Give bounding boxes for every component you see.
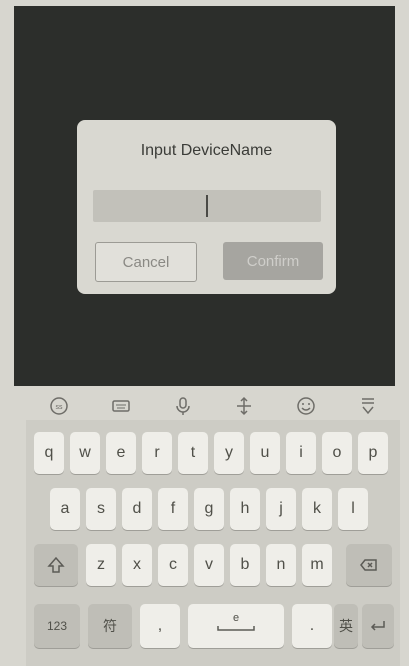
- key-p[interactable]: p: [358, 432, 388, 474]
- numbers-key[interactable]: 123: [34, 604, 80, 648]
- key-j[interactable]: j: [266, 488, 296, 530]
- keyboard-icon[interactable]: [108, 393, 134, 419]
- key-v[interactable]: v: [194, 544, 224, 586]
- key-u[interactable]: u: [250, 432, 280, 474]
- key-w[interactable]: w: [70, 432, 100, 474]
- microphone-icon[interactable]: [170, 393, 196, 419]
- keyboard: q w e r t y u i o p a s d f g h j k l z …: [26, 420, 400, 666]
- key-a[interactable]: a: [50, 488, 80, 530]
- backspace-icon: [360, 559, 377, 571]
- enter-key[interactable]: [362, 604, 394, 648]
- backspace-key[interactable]: [346, 544, 392, 586]
- device-name-input[interactable]: [93, 190, 321, 222]
- key-o[interactable]: o: [322, 432, 352, 474]
- space-key[interactable]: e: [188, 604, 284, 648]
- hide-keyboard-icon[interactable]: [355, 393, 381, 419]
- key-e[interactable]: e: [106, 432, 136, 474]
- confirm-button[interactable]: Confirm: [223, 242, 323, 280]
- key-b[interactable]: b: [230, 544, 260, 586]
- smiley-icon[interactable]: [293, 393, 319, 419]
- shift-icon: [47, 556, 65, 573]
- enter-icon: [370, 621, 385, 631]
- device-name-dialog: Input DeviceName Cancel Confirm: [77, 120, 336, 294]
- shift-key[interactable]: [34, 544, 78, 586]
- key-t[interactable]: t: [178, 432, 208, 474]
- key-c[interactable]: c: [158, 544, 188, 586]
- emoji-icon[interactable]: ss: [46, 393, 72, 419]
- key-d[interactable]: d: [122, 488, 152, 530]
- key-g[interactable]: g: [194, 488, 224, 530]
- cancel-button[interactable]: Cancel: [95, 242, 197, 282]
- comma-key[interactable]: ,: [140, 604, 180, 648]
- text-caret: [206, 195, 208, 217]
- language-key[interactable]: 英: [334, 604, 358, 648]
- space-icon: [217, 626, 255, 631]
- dialog-title: Input DeviceName: [140, 142, 273, 159]
- key-h[interactable]: h: [230, 488, 260, 530]
- key-f[interactable]: f: [158, 488, 188, 530]
- key-y[interactable]: y: [214, 432, 244, 474]
- key-x[interactable]: x: [122, 544, 152, 586]
- key-s[interactable]: s: [86, 488, 116, 530]
- key-z[interactable]: z: [86, 544, 116, 586]
- symbols-key[interactable]: 符: [88, 604, 132, 648]
- cursor-move-icon[interactable]: [231, 393, 257, 419]
- period-key[interactable]: .: [292, 604, 332, 648]
- key-m[interactable]: m: [302, 544, 332, 586]
- key-k[interactable]: k: [302, 488, 332, 530]
- svg-text:ss: ss: [55, 404, 63, 411]
- key-q[interactable]: q: [34, 432, 64, 474]
- key-i[interactable]: i: [286, 432, 316, 474]
- key-l[interactable]: l: [338, 488, 368, 530]
- key-r[interactable]: r: [142, 432, 172, 474]
- space-hint: e: [232, 612, 240, 624]
- key-n[interactable]: n: [266, 544, 296, 586]
